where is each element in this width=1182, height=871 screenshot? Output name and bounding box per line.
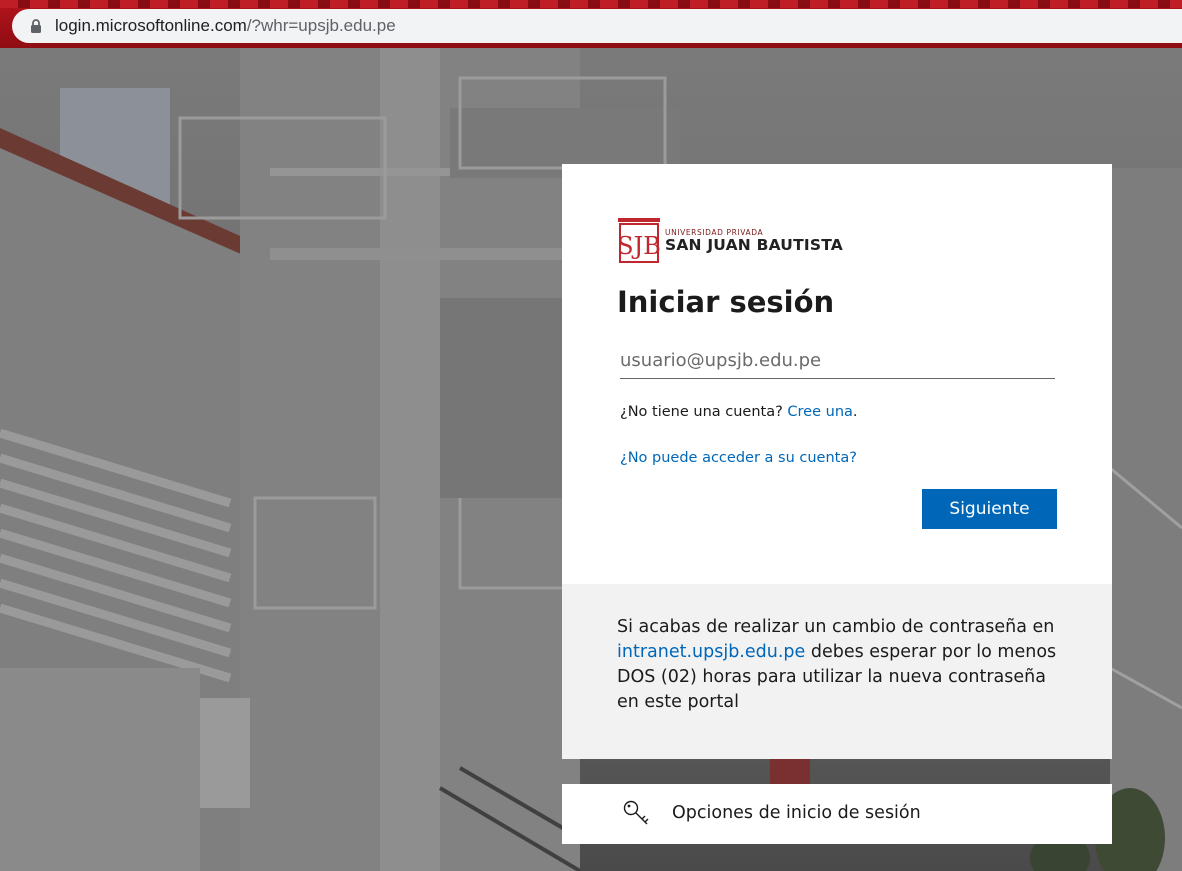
address-bar[interactable]: login.microsoftonline.com/?whr=upsjb.edu… [12, 9, 1182, 43]
login-card: SJB UNIVERSIDAD PRIVADA SAN JUAN BAUTIST… [562, 164, 1112, 584]
key-icon [623, 800, 649, 825]
cant-access-link[interactable]: ¿No puede acceder a su cuenta? [620, 450, 857, 466]
url-host: login.microsoftonline.com [55, 16, 247, 35]
sjb-monogram-icon: SJB [617, 218, 661, 263]
lock-icon[interactable] [28, 18, 44, 34]
sign-in-options-button[interactable]: Opciones de inicio de sesión [562, 784, 1112, 844]
password-change-notice: Si acabas de realizar un cambio de contr… [562, 584, 1112, 759]
browser-theme-pattern [0, 0, 1182, 8]
address-url[interactable]: login.microsoftonline.com/?whr=upsjb.edu… [55, 16, 396, 36]
no-account-text: ¿No tiene una cuenta? Cree una. [620, 404, 858, 420]
create-account-link[interactable]: Cree una [787, 404, 852, 420]
page-title: Iniciar sesión [617, 285, 835, 319]
sign-in-options-label: Opciones de inicio de sesión [672, 803, 921, 823]
browser-toolbar: login.microsoftonline.com/?whr=upsjb.edu… [0, 0, 1182, 48]
university-logo: SJB UNIVERSIDAD PRIVADA SAN JUAN BAUTIST… [617, 218, 843, 264]
email-input[interactable] [620, 342, 1055, 379]
notice-text: Si acabas de realizar un cambio de contr… [617, 615, 1057, 715]
notice-text-before: Si acabas de realizar un cambio de contr… [617, 617, 1055, 637]
no-account-label: ¿No tiene una cuenta? [620, 404, 783, 420]
logo-monogram-text: SJB [618, 232, 660, 260]
no-account-suffix: . [852, 404, 858, 420]
intranet-link[interactable]: intranet.upsjb.edu.pe [617, 642, 805, 662]
next-button[interactable]: Siguiente [922, 489, 1057, 529]
logo-title: SAN JUAN BAUTISTA [665, 236, 843, 254]
url-path: /?whr=upsjb.edu.pe [246, 16, 396, 35]
cant-access-row: ¿No puede acceder a su cuenta? [620, 450, 857, 466]
